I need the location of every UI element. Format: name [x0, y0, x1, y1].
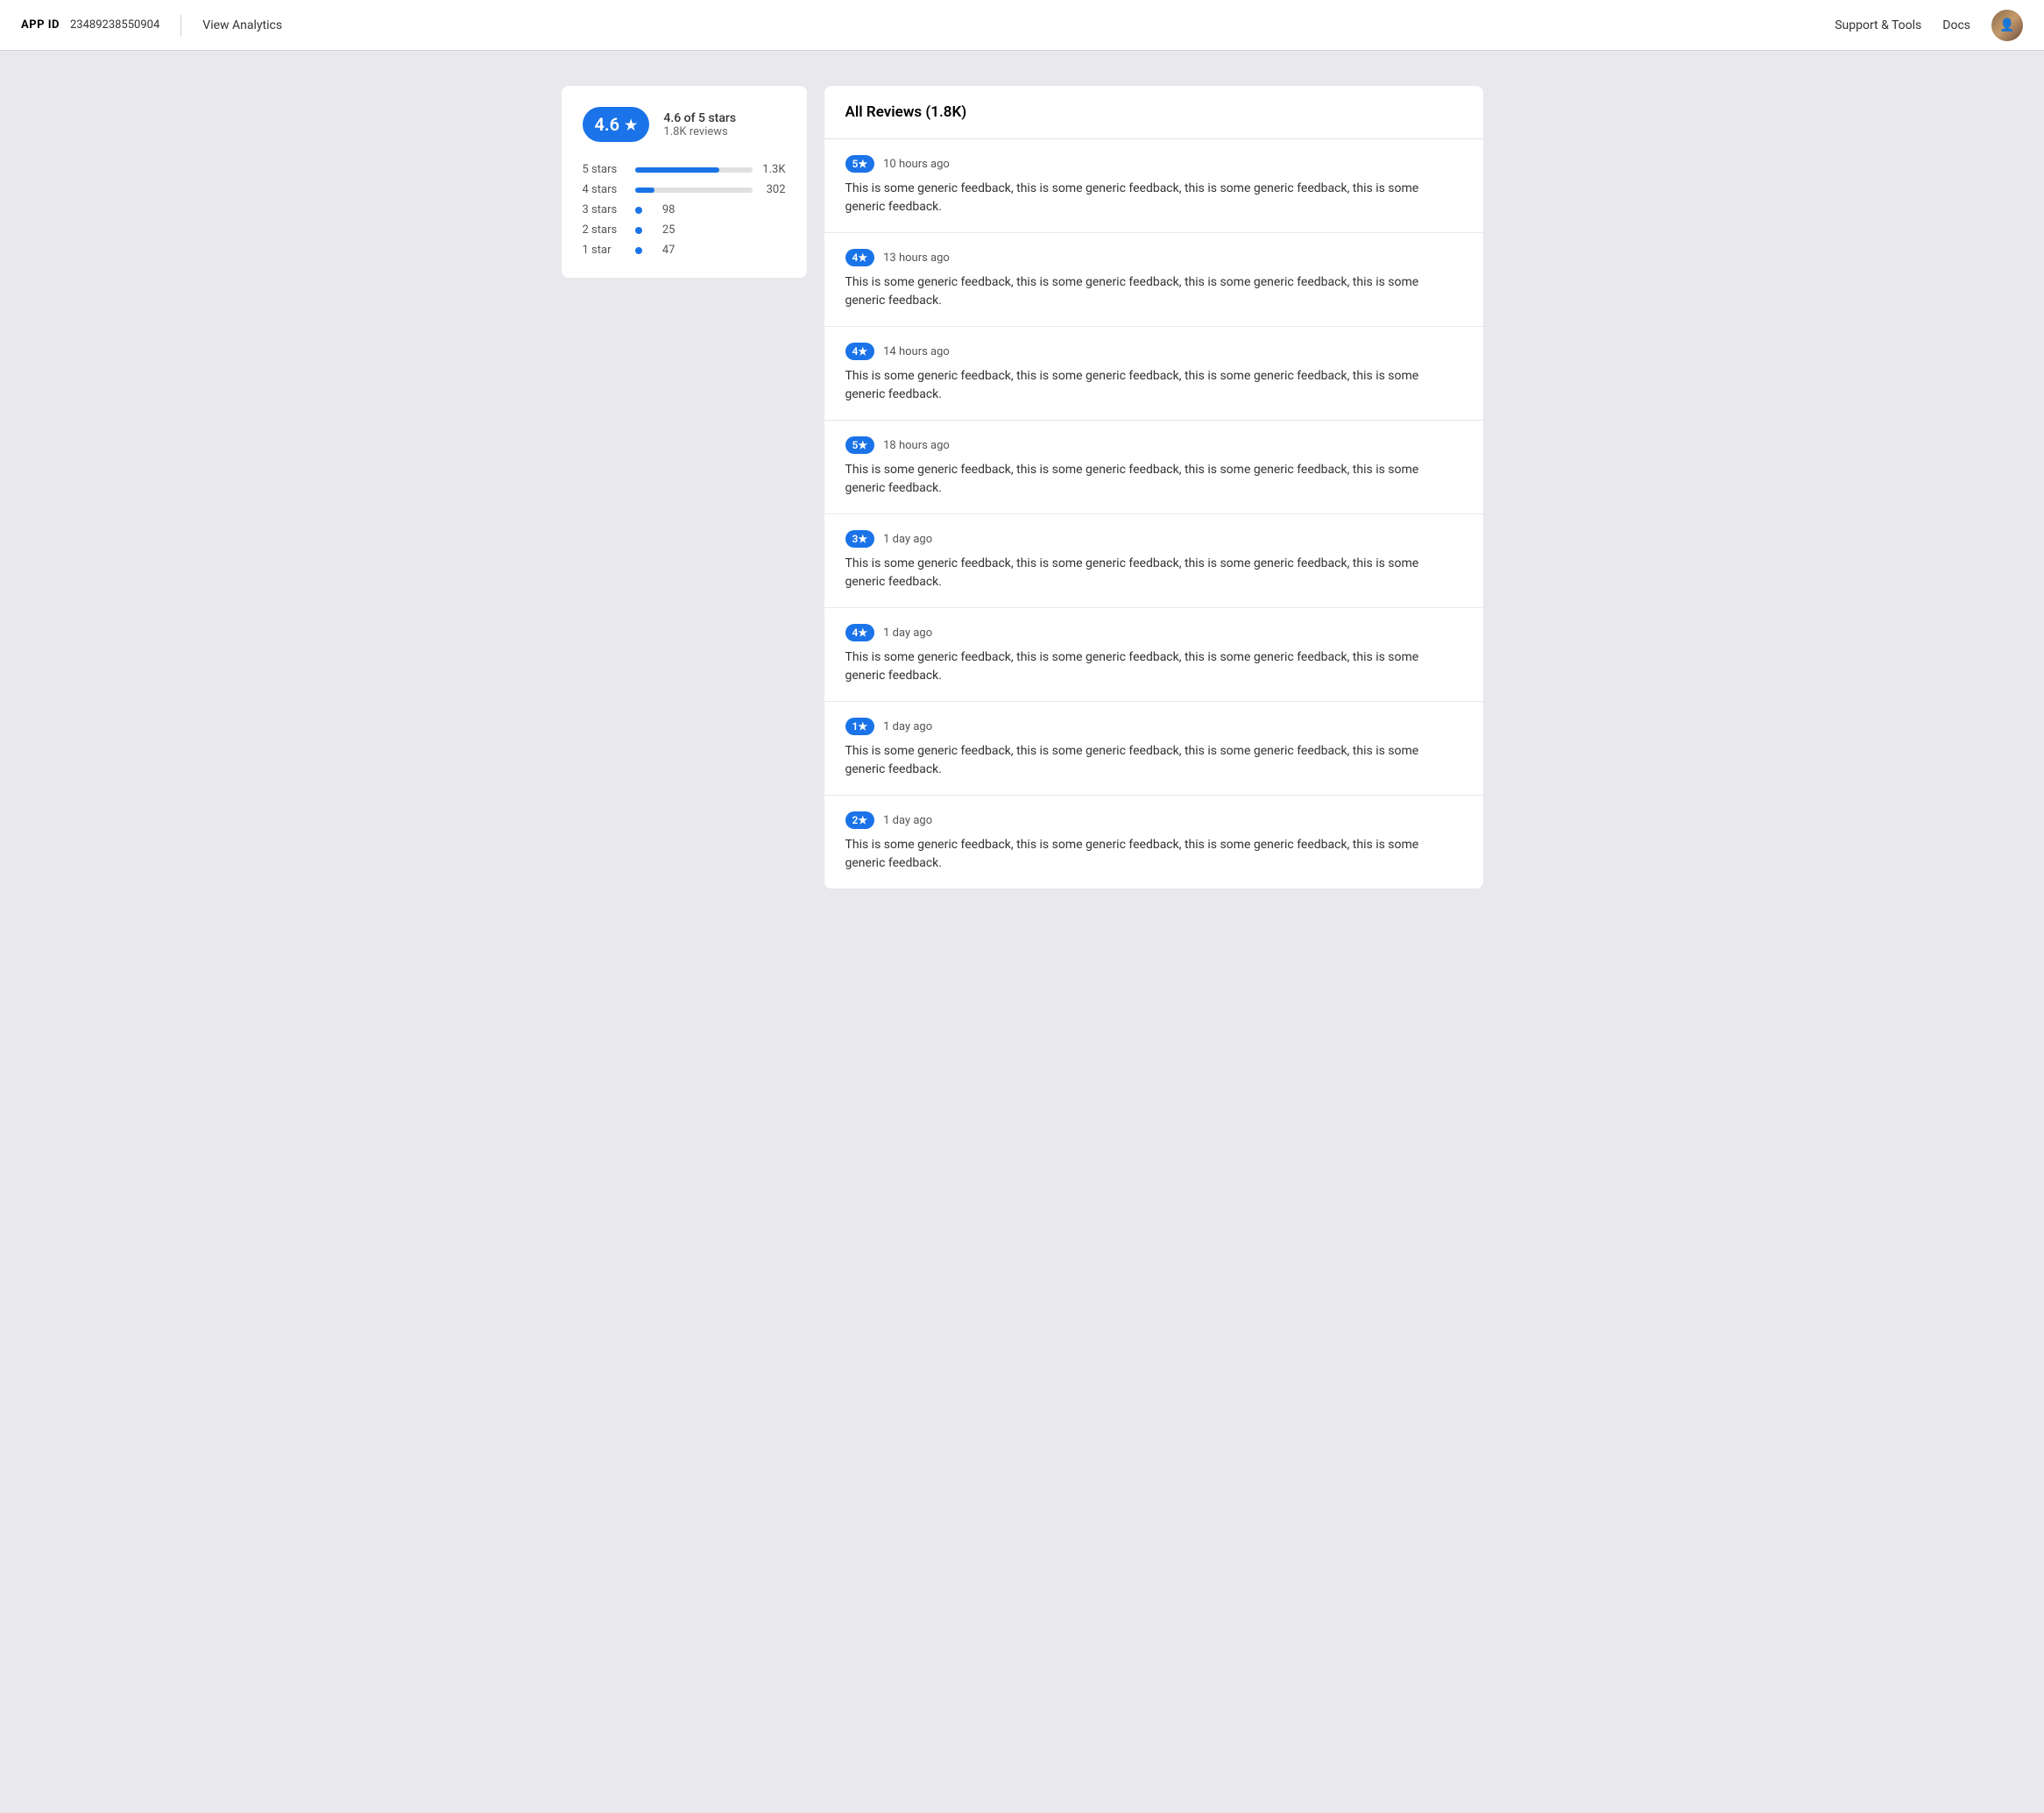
bar-dot — [635, 247, 642, 254]
reviews-list: 5★ 10 hours ago This is some generic feedb… — [824, 139, 1483, 889]
rating-badge-star: ★ — [625, 117, 637, 133]
review-meta: 1★ 1 day ago — [845, 718, 1462, 735]
review-meta: 3★ 1 day ago — [845, 530, 1462, 548]
avatar-image: 👤 — [1991, 10, 2023, 41]
rating-row-label: 4 stars — [583, 183, 628, 196]
rating-row: 3 stars 98 — [583, 203, 786, 216]
review-text: This is some generic feedback, this is s… — [845, 273, 1462, 310]
rating-row: 5 stars 1.3K — [583, 163, 786, 176]
review-item: 4★ 13 hours ago This is some generic feedb… — [824, 233, 1483, 327]
rating-badge: 4.6 ★ — [583, 107, 650, 142]
review-item: 4★ 1 day ago This is some generic feedback… — [824, 608, 1483, 702]
review-time: 1 day ago — [883, 533, 932, 546]
review-star-badge: 5★ — [845, 436, 875, 454]
rating-row: 2 stars 25 — [583, 223, 786, 237]
avatar[interactable]: 👤 — [1991, 10, 2023, 41]
main-content: 4.6 ★ 4.6 of 5 stars 1.8K reviews 5 star… — [541, 51, 1504, 924]
review-meta: 2★ 1 day ago — [845, 811, 1462, 829]
rating-row-count: 98 — [649, 203, 675, 216]
review-text: This is some generic feedback, this is s… — [845, 180, 1462, 216]
review-star-badge: 2★ — [845, 811, 875, 829]
bar-fill — [635, 188, 655, 193]
review-time: 13 hours ago — [883, 251, 950, 265]
reviews-panel: All Reviews (1.8K) 5★ 10 hours ago This is… — [824, 86, 1483, 889]
review-item: 2★ 1 day ago This is some generic feedback… — [824, 796, 1483, 889]
rating-row: 1 star 47 — [583, 244, 786, 257]
docs-link[interactable]: Docs — [1942, 18, 1970, 32]
rating-row-count: 47 — [649, 244, 675, 257]
review-star-badge: 4★ — [845, 343, 875, 360]
header-left: APP ID 23489238550904 View Analytics — [21, 15, 282, 36]
review-text: This is some generic feedback, this is s… — [845, 461, 1462, 498]
review-star-badge: 1★ — [845, 718, 875, 735]
bar-dot — [635, 227, 642, 234]
review-time: 1 day ago — [883, 814, 932, 827]
review-time: 10 hours ago — [883, 158, 950, 171]
review-item: 1★ 1 day ago This is some generic feedback… — [824, 702, 1483, 796]
view-analytics-link[interactable]: View Analytics — [202, 18, 282, 32]
rating-badge-value: 4.6 — [595, 114, 620, 135]
rating-card: 4.6 ★ 4.6 of 5 stars 1.8K reviews 5 star… — [562, 86, 807, 278]
bar-dot — [635, 207, 642, 214]
bar-fill — [635, 167, 719, 173]
rating-text: 4.6 of 5 stars 1.8K reviews — [663, 111, 736, 138]
rating-row-count: 302 — [760, 183, 786, 196]
bar-container — [635, 188, 753, 193]
review-meta: 4★ 1 day ago — [845, 624, 1462, 641]
rating-reviews-count: 1.8K reviews — [663, 125, 736, 138]
rating-row-count: 25 — [649, 223, 675, 237]
rating-row-label: 5 stars — [583, 163, 628, 176]
rating-row-label: 2 stars — [583, 223, 628, 237]
review-time: 14 hours ago — [883, 345, 950, 358]
review-meta: 4★ 13 hours ago — [845, 249, 1462, 266]
rating-summary: 4.6 ★ 4.6 of 5 stars 1.8K reviews — [583, 107, 786, 142]
reviews-header: All Reviews (1.8K) — [824, 86, 1483, 139]
rating-row: 4 stars 302 — [583, 183, 786, 196]
review-meta: 5★ 18 hours ago — [845, 436, 1462, 454]
review-item: 5★ 18 hours ago This is some generic feedb… — [824, 421, 1483, 514]
review-item: 4★ 14 hours ago This is some generic feedb… — [824, 327, 1483, 421]
review-text: This is some generic feedback, this is s… — [845, 367, 1462, 404]
rating-row-label: 1 star — [583, 244, 628, 257]
header: APP ID 23489238550904 View Analytics Sup… — [0, 0, 2044, 51]
rating-bars: 5 stars 1.3K 4 stars 302 3 stars 98 2 stars 25 1… — [583, 163, 786, 257]
bar-container — [635, 167, 753, 173]
support-tools-link[interactable]: Support & Tools — [1835, 18, 1921, 32]
review-text: This is some generic feedback, this is s… — [845, 555, 1462, 591]
review-time: 18 hours ago — [883, 439, 950, 452]
review-star-badge: 4★ — [845, 249, 875, 266]
header-right: Support & Tools Docs 👤 — [1835, 10, 2023, 41]
app-id-label: APP ID — [21, 18, 60, 32]
rating-row-label: 3 stars — [583, 203, 628, 216]
review-item: 3★ 1 day ago This is some generic feedback… — [824, 514, 1483, 608]
review-star-badge: 3★ — [845, 530, 875, 548]
review-meta: 4★ 14 hours ago — [845, 343, 1462, 360]
review-star-badge: 5★ — [845, 155, 875, 173]
review-meta: 5★ 10 hours ago — [845, 155, 1462, 173]
header-divider — [180, 15, 181, 36]
review-text: This is some generic feedback, this is s… — [845, 836, 1462, 873]
rating-stars-text: 4.6 of 5 stars — [663, 111, 736, 125]
review-text: This is some generic feedback, this is s… — [845, 742, 1462, 779]
review-item: 5★ 10 hours ago This is some generic feedb… — [824, 139, 1483, 233]
rating-row-count: 1.3K — [760, 163, 786, 176]
app-id-value: 23489238550904 — [70, 18, 159, 32]
review-text: This is some generic feedback, this is s… — [845, 648, 1462, 685]
review-time: 1 day ago — [883, 627, 932, 640]
review-time: 1 day ago — [883, 720, 932, 733]
review-star-badge: 4★ — [845, 624, 875, 641]
